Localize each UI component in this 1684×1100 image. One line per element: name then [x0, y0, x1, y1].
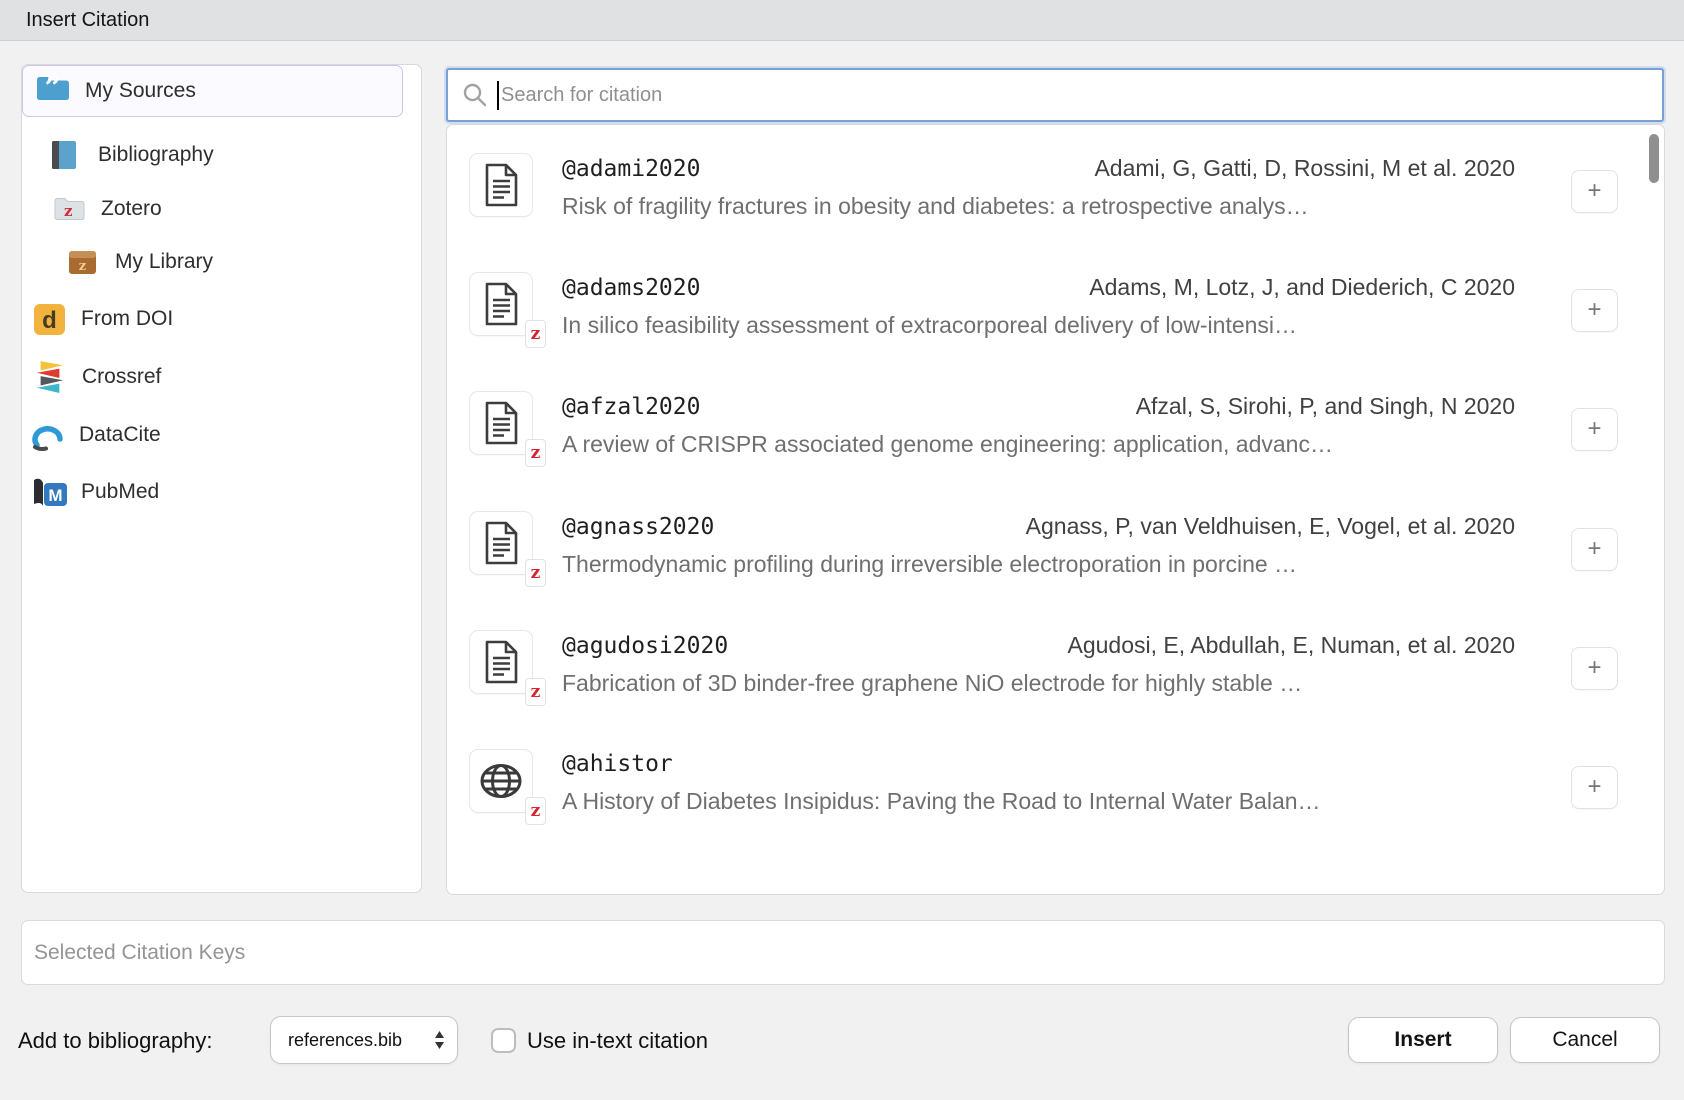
library-box-icon: z: [67, 249, 98, 276]
add-citation-button[interactable]: +: [1571, 408, 1618, 451]
citation-search-box: [446, 68, 1664, 122]
citation-key: @agnass2020: [562, 514, 714, 540]
select-arrows-icon: [434, 1030, 445, 1050]
citation-text: @agnass2020 Agnass, P, van Veldhuisen, E…: [562, 511, 1515, 579]
pubmed-icon: M: [31, 477, 68, 508]
citation-row[interactable]: z @ahistor A History of Diabetes Insipid…: [469, 749, 1618, 817]
document-icon: [469, 153, 533, 217]
use-intext-citation-checkbox[interactable]: [491, 1028, 516, 1053]
citation-text: @agudosi2020 Agudosi, E, Abdullah, E, Nu…: [562, 630, 1515, 698]
sidebar-item-label: From DOI: [81, 307, 173, 331]
svg-text:z: z: [64, 202, 73, 220]
citation-key: @ahistor: [562, 751, 673, 777]
scrollbar-thumb[interactable]: [1649, 134, 1659, 183]
sidebar-item-datacite[interactable]: DataCite: [31, 415, 161, 455]
zotero-badge-icon: z: [525, 678, 546, 706]
bibliography-file-select[interactable]: references.bib: [270, 1016, 458, 1064]
citation-authors: Agudosi, E, Abdullah, E, Numan, et al. 2…: [1067, 632, 1515, 659]
citation-key: @adams2020: [562, 275, 700, 301]
zotero-badge-icon: z: [525, 320, 546, 348]
zotero-folder-icon: z: [53, 195, 86, 223]
citation-title: In silico feasibility assessment of extr…: [562, 312, 1515, 339]
cancel-button[interactable]: Cancel: [1510, 1017, 1660, 1063]
citation-row[interactable]: z @agudosi2020 Agudosi, E, Abdullah, E, …: [469, 630, 1618, 698]
dialog-title-bar: Insert Citation: [0, 0, 1684, 41]
book-icon: [51, 140, 77, 170]
svg-text:z: z: [79, 259, 86, 274]
bibliography-file-value: references.bib: [288, 1030, 434, 1051]
sidebar-item-zotero[interactable]: z Zotero: [53, 189, 162, 229]
datacite-icon: [31, 420, 66, 451]
globe-icon: z: [469, 749, 533, 813]
sidebar-item-label: My Sources: [85, 79, 196, 103]
citation-authors: Agnass, P, van Veldhuisen, E, Vogel, et …: [1026, 513, 1515, 540]
dialog-title: Insert Citation: [26, 9, 149, 32]
add-citation-button[interactable]: +: [1571, 289, 1618, 332]
sidebar-item-label: Crossref: [82, 365, 161, 389]
sources-folder-icon: ”: [35, 73, 71, 109]
document-icon: z: [469, 511, 533, 575]
citation-text: @afzal2020 Afzal, S, Sirohi, P, and Sing…: [562, 391, 1515, 459]
sidebar-item-label: Bibliography: [98, 143, 214, 167]
zotero-badge-icon: z: [525, 559, 546, 587]
citation-row[interactable]: z @afzal2020 Afzal, S, Sirohi, P, and Si…: [469, 391, 1618, 459]
document-icon: z: [469, 391, 533, 455]
sidebar-item-from-doi[interactable]: d From DOI: [34, 299, 173, 339]
citation-text: @ahistor A History of Diabetes Insipidus…: [562, 749, 1515, 817]
citation-title: Risk of fragility fractures in obesity a…: [562, 193, 1515, 220]
citation-authors: Adami, G, Gatti, D, Rossini, M et al. 20…: [1094, 155, 1515, 182]
add-citation-button[interactable]: +: [1571, 647, 1618, 690]
selected-citation-keys-input[interactable]: [34, 921, 1664, 984]
add-citation-button[interactable]: +: [1571, 170, 1618, 213]
citation-key: @adami2020: [562, 156, 700, 182]
citation-title: Fabrication of 3D binder-free graphene N…: [562, 670, 1515, 697]
citation-title: A History of Diabetes Insipidus: Paving …: [562, 788, 1515, 815]
doi-icon: d: [34, 304, 65, 335]
sidebar-item-crossref[interactable]: Crossref: [35, 357, 161, 397]
sidebar-item-pubmed[interactable]: M PubMed: [31, 472, 159, 512]
sidebar-item-bibliography[interactable]: Bibliography: [51, 135, 214, 175]
document-icon: z: [469, 630, 533, 694]
selected-citation-keys-box: [21, 920, 1665, 985]
citation-authors: Afzal, S, Sirohi, P, and Singh, N 2020: [1136, 393, 1515, 420]
sidebar-item-label: DataCite: [79, 423, 161, 447]
add-citation-button[interactable]: +: [1571, 528, 1618, 571]
zotero-badge-icon: z: [525, 797, 546, 825]
sidebar-item-my-library[interactable]: z My Library: [67, 242, 213, 282]
citation-title: Thermodynamic profiling during irreversi…: [562, 551, 1515, 578]
search-icon: [462, 82, 488, 108]
search-input[interactable]: [499, 70, 1662, 120]
sidebar-item-label: PubMed: [81, 480, 159, 504]
citation-results-list: @adami2020 Adami, G, Gatti, D, Rossini, …: [446, 124, 1665, 895]
crossref-icon: [35, 361, 65, 393]
citation-key: @agudosi2020: [562, 633, 728, 659]
add-citation-button[interactable]: +: [1571, 766, 1618, 809]
citation-title: A review of CRISPR associated genome eng…: [562, 431, 1515, 458]
citation-text: @adams2020 Adams, M, Lotz, J, and Dieder…: [562, 272, 1515, 340]
svg-text:”: ”: [44, 73, 61, 103]
citation-row[interactable]: z @agnass2020 Agnass, P, van Veldhuisen,…: [469, 511, 1618, 579]
svg-text:d: d: [42, 307, 57, 334]
add-to-bibliography-label: Add to bibliography:: [18, 1028, 212, 1054]
sidebar-item-label: My Library: [115, 250, 213, 274]
insert-button[interactable]: Insert: [1348, 1017, 1498, 1063]
citation-row[interactable]: z @adams2020 Adams, M, Lotz, J, and Died…: [469, 272, 1618, 340]
svg-text:M: M: [48, 486, 62, 505]
document-icon: z: [469, 272, 533, 336]
sidebar-item-my-sources[interactable]: ” My Sources: [22, 65, 403, 117]
citation-authors: Adams, M, Lotz, J, and Diederich, C 2020: [1089, 274, 1515, 301]
sources-sidebar: ” My Sources Bibliography z Zotero: [21, 64, 422, 893]
zotero-badge-icon: z: [525, 439, 546, 467]
sidebar-item-label: Zotero: [101, 197, 162, 221]
citation-row[interactable]: @adami2020 Adami, G, Gatti, D, Rossini, …: [469, 153, 1618, 221]
citation-key: @afzal2020: [562, 394, 700, 420]
use-intext-citation-label: Use in-text citation: [527, 1028, 708, 1054]
citation-text: @adami2020 Adami, G, Gatti, D, Rossini, …: [562, 153, 1515, 221]
